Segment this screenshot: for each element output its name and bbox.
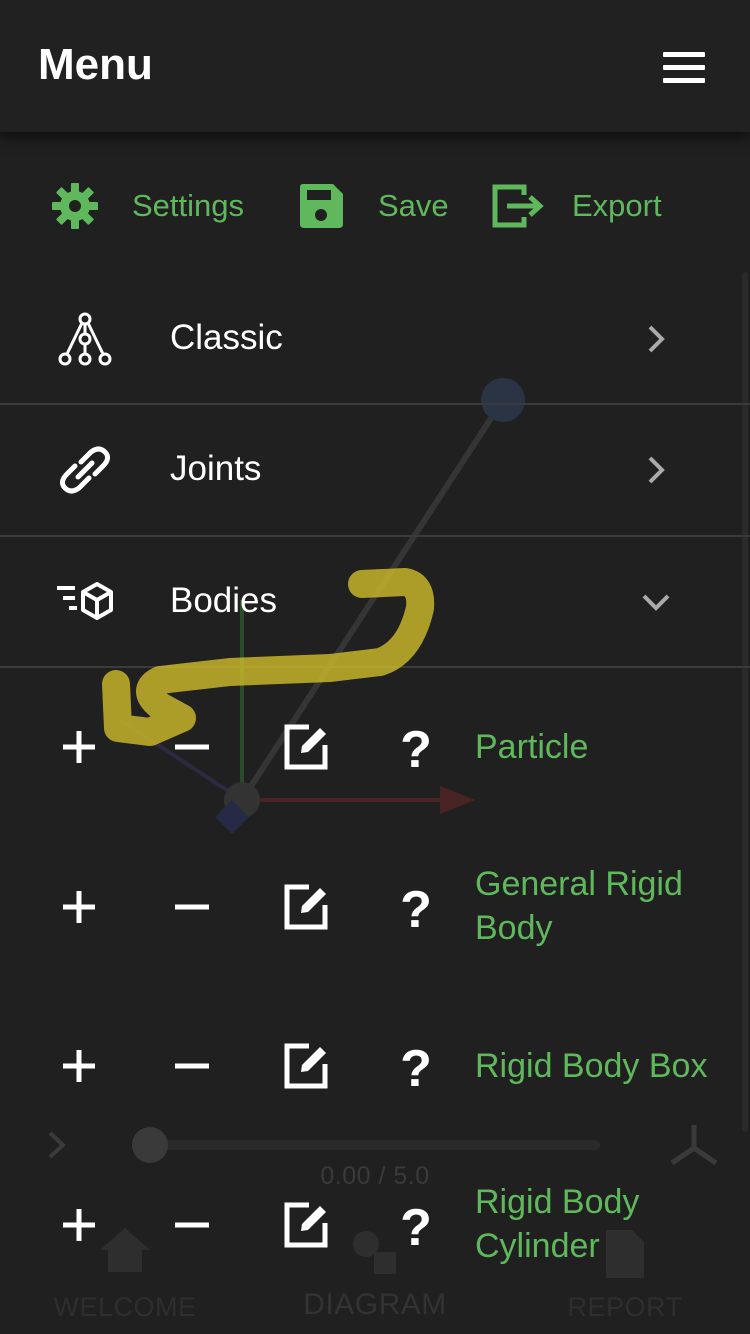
settings-label: Settings bbox=[132, 188, 245, 223]
divider bbox=[0, 666, 750, 668]
list-item-general-rigid-body: ? General Rigid Body bbox=[0, 842, 750, 972]
svg-text:?: ? bbox=[400, 721, 432, 777]
list-item-rigid-body-box: ? Rigid Body Box bbox=[0, 1001, 750, 1131]
page-title: Menu bbox=[38, 40, 153, 89]
edit-icon[interactable] bbox=[275, 1036, 335, 1096]
body-name: Rigid Body Box bbox=[475, 1047, 708, 1085]
export-icon bbox=[492, 184, 544, 228]
help-icon[interactable]: ? bbox=[386, 1195, 446, 1255]
edit-icon[interactable] bbox=[275, 877, 335, 937]
body-name: Rigid Body Cylinder bbox=[475, 1183, 640, 1265]
nav-label-classic: Classic bbox=[170, 318, 283, 357]
add-icon[interactable] bbox=[49, 1036, 109, 1096]
body-name: General Rigid Body bbox=[475, 865, 683, 947]
list-item-particle: ? Particle bbox=[0, 682, 750, 812]
nav-label-joints: Joints bbox=[170, 449, 262, 488]
body-name: Particle bbox=[475, 728, 589, 766]
link-icon bbox=[59, 446, 111, 494]
help-icon[interactable]: ? bbox=[386, 717, 446, 777]
list-item-rigid-body-cylinder: ? Rigid Body Cylinder bbox=[0, 1160, 750, 1290]
settings-button[interactable]: Settings bbox=[50, 178, 244, 234]
add-icon[interactable] bbox=[49, 717, 109, 777]
remove-icon[interactable] bbox=[162, 1036, 222, 1096]
cube-list-icon bbox=[57, 582, 113, 620]
menu-header: Menu bbox=[0, 0, 750, 132]
edit-icon[interactable] bbox=[275, 1195, 335, 1255]
svg-text:?: ? bbox=[400, 1040, 432, 1096]
remove-icon[interactable] bbox=[162, 717, 222, 777]
chevron-right-icon bbox=[648, 325, 665, 353]
remove-icon[interactable] bbox=[162, 877, 222, 937]
gear-icon bbox=[52, 183, 98, 229]
side-menu: Menu Settings Save Export Classic Joints… bbox=[0, 0, 750, 1334]
floppy-icon bbox=[300, 184, 343, 228]
nav-item-classic[interactable]: Classic bbox=[0, 274, 750, 404]
menu-toolbar: Settings Save Export bbox=[0, 160, 750, 250]
hamburger-icon[interactable] bbox=[660, 50, 708, 86]
chevron-right-icon bbox=[648, 456, 665, 484]
save-label: Save bbox=[378, 188, 449, 223]
nav-item-bodies[interactable]: Bodies bbox=[0, 537, 750, 667]
export-label: Export bbox=[572, 188, 662, 223]
nav-label-bodies: Bodies bbox=[170, 581, 278, 620]
add-icon[interactable] bbox=[49, 877, 109, 937]
nav-item-joints[interactable]: Joints bbox=[0, 405, 750, 535]
remove-icon[interactable] bbox=[162, 1195, 222, 1255]
chevron-down-icon bbox=[642, 594, 670, 611]
svg-text:?: ? bbox=[400, 881, 432, 937]
help-icon[interactable]: ? bbox=[386, 1036, 446, 1096]
svg-text:?: ? bbox=[400, 1199, 432, 1255]
export-button[interactable]: Export bbox=[490, 178, 662, 234]
graph-tree-icon bbox=[58, 312, 112, 366]
help-icon[interactable]: ? bbox=[386, 877, 446, 937]
save-button[interactable]: Save bbox=[296, 178, 449, 234]
add-icon[interactable] bbox=[49, 1195, 109, 1255]
edit-icon[interactable] bbox=[275, 717, 335, 777]
